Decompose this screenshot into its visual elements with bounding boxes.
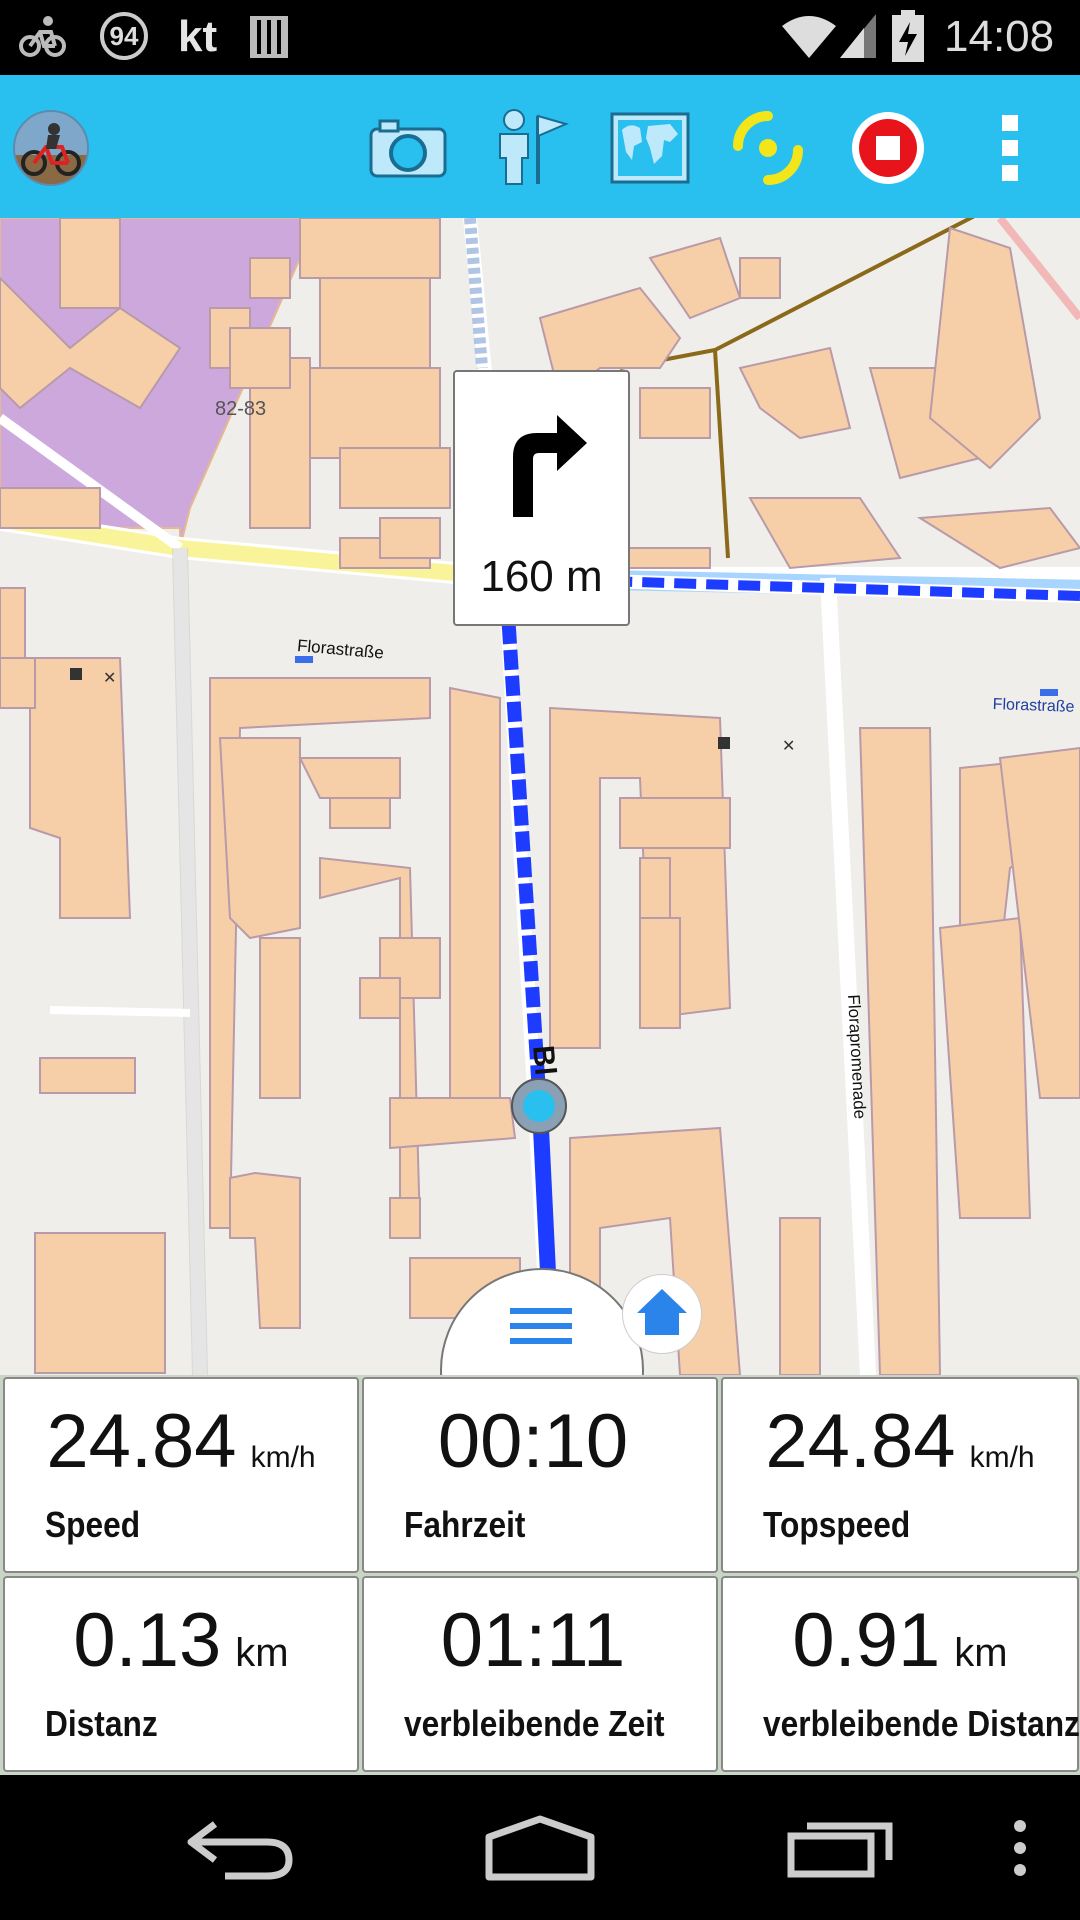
battery-level-badge: 94	[100, 12, 148, 60]
stat-card-topspeed[interactable]: 24.84 km/h Topspeed	[721, 1377, 1079, 1573]
stat-label: Distanz	[45, 1703, 158, 1744]
svg-text:✕: ✕	[782, 736, 795, 755]
overflow-menu-icon	[1002, 115, 1018, 181]
stat-card-distanz[interactable]: 0.13 km Distanz	[3, 1576, 359, 1772]
cycling-notification-icon	[19, 16, 66, 57]
waypoint-button[interactable]	[480, 93, 580, 203]
stat-card-verbleibende-distanz[interactable]: 0.91 km verbleibende Distanz	[721, 1576, 1080, 1772]
map-select-button[interactable]	[600, 93, 700, 203]
home-button[interactable]	[622, 1274, 702, 1354]
home-icon	[637, 1289, 687, 1335]
stat-unit: km	[235, 1631, 289, 1675]
overflow-nav-icon	[1014, 1819, 1026, 1876]
recent-apps-icon	[787, 1822, 893, 1877]
stat-label: Topspeed	[763, 1504, 911, 1545]
stat-card-verbleibende-zeit[interactable]: 01:11 verbleibende Zeit	[362, 1576, 718, 1772]
stat-label: Fahrzeit	[404, 1504, 526, 1545]
street-label-florastrasse-right: Florastraße	[992, 696, 1075, 716]
battery-charging-icon	[892, 10, 924, 62]
turn-right-arrow-icon	[513, 415, 587, 517]
stat-unit: km/h	[969, 1441, 1035, 1474]
stat-unit: km/h	[250, 1441, 316, 1474]
menu-icon	[510, 1308, 572, 1344]
street-label-partial: Bl	[526, 1044, 562, 1077]
house-number-label: 82-83	[215, 398, 267, 420]
stop-record-icon	[852, 112, 924, 184]
sim-storage-icon	[250, 16, 288, 58]
home-nav-button[interactable]	[460, 1795, 620, 1900]
carrier-label: kt	[178, 12, 218, 61]
trip-stats-panel: 24.84 km/h Speed 00:10 Fahrzeit 24.84 km/h…	[0, 1375, 1080, 1775]
wifi-icon	[782, 16, 836, 58]
camera-icon	[369, 119, 447, 178]
stat-card-speed[interactable]: 24.84 km/h Speed	[3, 1377, 359, 1573]
world-map-icon	[610, 112, 690, 184]
gps-button[interactable]	[718, 93, 818, 203]
stat-value: 24.84	[765, 1399, 956, 1484]
stat-value: 00:10	[437, 1399, 629, 1484]
menu-nav-button[interactable]	[990, 1795, 1050, 1900]
camera-button[interactable]	[358, 93, 458, 203]
action-bar	[0, 75, 1080, 218]
gps-fix-icon	[733, 111, 803, 185]
stat-unit: km	[954, 1631, 1008, 1675]
stat-card-fahrzeit[interactable]: 00:10 Fahrzeit	[362, 1377, 718, 1573]
app-avatar[interactable]	[6, 93, 96, 203]
stop-recording-button[interactable]	[838, 93, 938, 203]
stat-value: 0.91	[792, 1598, 941, 1683]
waypoint-flag-icon	[499, 109, 569, 185]
stat-label: Speed	[45, 1504, 141, 1545]
stat-value: 01:11	[440, 1598, 626, 1683]
system-navigation-bar	[0, 1775, 1080, 1920]
overflow-menu-button[interactable]	[960, 93, 1060, 203]
clock: 14:08	[944, 12, 1055, 61]
back-icon	[187, 1820, 293, 1879]
turn-instruction-card: 160 m	[453, 370, 630, 626]
svg-text:✕: ✕	[103, 668, 116, 687]
stat-value: 24.84	[46, 1399, 237, 1484]
stat-label: verbleibende Zeit	[404, 1703, 665, 1744]
stat-value: 0.13	[73, 1598, 222, 1683]
stat-label: verbleibende Distanz	[763, 1703, 1080, 1744]
turn-distance: 160 m	[480, 552, 603, 601]
status-bar: 94 kt 14:08	[0, 0, 1080, 75]
back-button[interactable]	[160, 1795, 320, 1900]
home-nav-icon	[485, 1815, 595, 1880]
signal-icon	[840, 14, 876, 58]
recent-apps-button[interactable]	[760, 1795, 920, 1900]
